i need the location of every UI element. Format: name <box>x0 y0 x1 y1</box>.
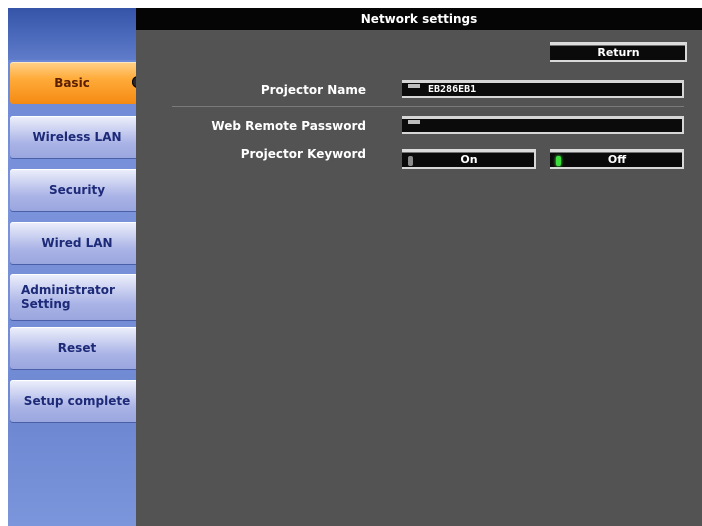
keyword-off-button[interactable]: Off <box>550 149 684 169</box>
web-remote-password-field[interactable] <box>402 116 684 134</box>
sidebar-item-wired-lan[interactable]: Wired LAN <box>10 222 153 264</box>
divider <box>172 106 684 107</box>
selected-indicator-icon <box>556 156 561 166</box>
page-title: Network settings <box>136 8 702 30</box>
sidebar-item-reset[interactable]: Reset <box>10 327 153 369</box>
web-remote-password-label: Web Remote Password <box>211 119 366 133</box>
keyword-on-label: On <box>460 153 478 166</box>
projector-name-label: Projector Name <box>260 83 366 97</box>
sidebar-item-basic[interactable]: Basic <box>10 62 152 104</box>
sidebar-item-label: Wireless LAN <box>32 130 122 144</box>
sidebar-item-label: Wired LAN <box>41 236 113 250</box>
keyword-off-label: Off <box>607 153 627 166</box>
projector-keyword-label: Projector Keyword <box>240 147 366 161</box>
sidebar-item-administrator-setting[interactable]: Administrator Setting <box>10 274 153 320</box>
sidebar-item-label: Administrator Setting <box>21 283 115 311</box>
network-settings-screen: Basic Wireless LAN Security Wired LAN Ad… <box>0 0 702 526</box>
return-button[interactable]: Return <box>550 42 687 62</box>
unselected-indicator-icon <box>408 156 413 166</box>
sidebar-item-security[interactable]: Security <box>10 169 153 211</box>
projector-name-field[interactable]: EB286EB1 <box>402 80 684 98</box>
main-panel: Network settings Return Projector Name E… <box>136 8 702 526</box>
sidebar-item-label: Setup complete <box>23 394 131 408</box>
sidebar-header <box>8 8 136 60</box>
sidebar-item-label: Reset <box>57 341 97 355</box>
keyword-on-button[interactable]: On <box>402 149 536 169</box>
sidebar-item-setup-complete[interactable]: Setup complete <box>10 380 153 422</box>
sidebar-item-label: Security <box>48 183 106 197</box>
sidebar: Basic Wireless LAN Security Wired LAN Ad… <box>8 8 153 526</box>
sidebar-item-label: Basic <box>54 76 90 90</box>
sidebar-item-wireless-lan[interactable]: Wireless LAN <box>10 116 153 158</box>
